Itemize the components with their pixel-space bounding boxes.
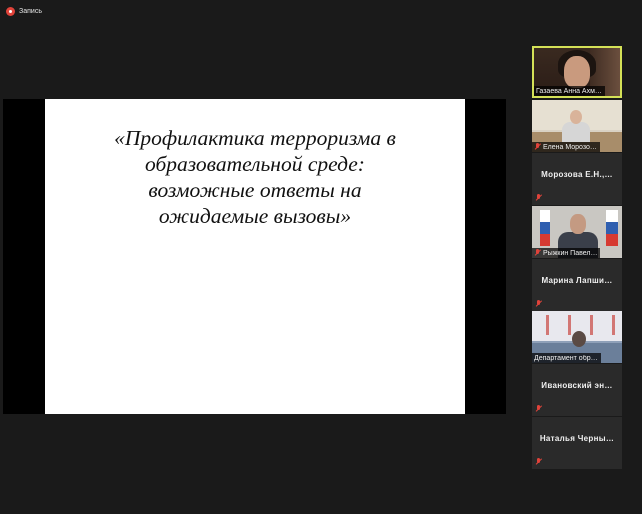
participant-tile[interactable]: Морозова Е.Н.,… [532,153,622,205]
video-flag-left [540,210,550,246]
slide-title: «Профилактика терроризма в образовательн… [45,125,465,229]
participant-name: Ивановский эн… [541,381,613,390]
participant-name-plate: Газаева Анна Ахм… [534,86,605,96]
participant-tile[interactable]: Департамент обр… [532,311,622,363]
slide-title-line: возможные ответы на [148,178,362,202]
record-icon [6,6,15,16]
participant-tile[interactable]: Марина Лапши… [532,259,622,311]
slide-title-line: «Профилактика терроризма в [114,126,396,150]
video-body [562,122,590,142]
participant-tile[interactable]: Елена Морозо… [532,100,622,152]
participant-tile[interactable]: Рыжкин Павел… [532,206,622,258]
mic-muted-icon [534,143,541,151]
video-face [564,56,590,88]
participant-name: Елена Морозо… [543,143,597,151]
participant-name-plate: Рыжкин Павел… [532,248,601,258]
recording-indicator[interactable]: Запись [6,5,42,17]
mic-muted-icon [535,405,542,413]
recording-label: Запись [19,7,42,15]
video-flag-right [606,210,618,246]
participant-name: Рыжкин Павел… [543,249,598,257]
video-person [572,331,586,347]
participant-name: Газаева Анна Ахм… [536,87,602,95]
participant-tile[interactable]: Ивановский эн… [532,364,622,416]
presentation-slide: «Профилактика терроризма в образовательн… [45,99,465,414]
participant-tile-active-speaker[interactable]: Газаева Анна Ахм… [532,46,622,98]
video-head [570,214,586,234]
slide-title-line: образовательной среде: [145,152,365,176]
mic-muted-icon [535,458,542,466]
mic-muted-icon [535,300,542,308]
participant-name: Морозова Е.Н.,… [541,170,613,179]
shared-screen: «Профилактика терроризма в образовательн… [3,99,506,414]
slide-title-line: ожидаемые вызовы» [158,204,352,228]
participant-name: Департамент обр… [534,354,598,362]
mic-muted-icon [534,249,541,257]
participant-name: Наталья Черны… [539,434,615,443]
participant-name: Марина Лапши… [541,276,613,285]
participant-name-plate: Департамент обр… [532,353,601,363]
participant-name-plate: Елена Морозо… [532,142,600,152]
participant-tile[interactable]: Наталья Черны… [532,417,622,469]
video-head [570,110,582,124]
mic-muted-icon [535,194,542,202]
